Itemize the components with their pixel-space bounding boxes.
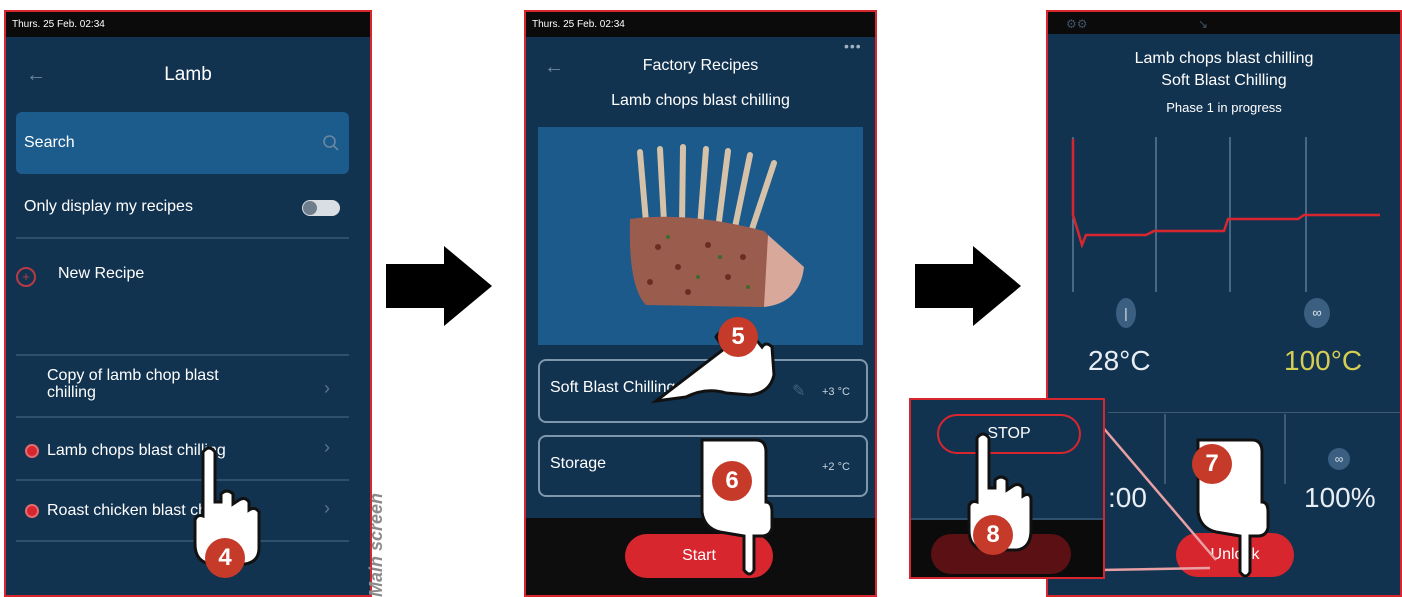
divider [1108,412,1400,413]
page-title: Lamb [164,64,212,85]
screen-lamb-recipes: Thurs. 25 Feb. 02:34 ← Lamb Search Only … [4,10,372,597]
humidity-icon: ∞ [1304,298,1330,328]
more-options-icon[interactable]: ••• [844,38,862,54]
chevron-right-icon: › [324,378,330,398]
arrow-right-icon [915,246,1021,326]
stop-inset: STOP 8 [909,398,1105,579]
core-temp-icon: | [1116,298,1136,328]
recipe-name: Lamb chops blast chilling [611,92,790,109]
search-icon [323,135,339,151]
phase-temp: +2 °C [822,461,850,473]
search-placeholder: Search [24,134,75,151]
chamber-value: 100°C [1284,345,1363,376]
add-recipe-icon[interactable]: + [16,267,36,287]
fan-status-icon: ⚙⚙ [1066,17,1088,31]
pointing-hand-icon [700,438,774,576]
signal-icon: ↘ [1198,17,1209,31]
step-badge-5: 5 [718,317,758,357]
probe-icon: ✎ [792,383,806,400]
callout-lines [1100,423,1217,572]
status-bar: Thurs. 25 Feb. 02:34 [526,12,875,37]
chevron-right-icon: › [324,437,330,457]
step-badge-6: 6 [712,461,752,501]
fan-speed: 100% [1304,482,1376,513]
tile-divider [1284,414,1286,484]
page-title: Factory Recipes [642,57,759,74]
core-temperature: 28°C [1088,345,1151,376]
side-label: Main screen [366,492,386,597]
temperature-graph [1071,137,1380,292]
arrow-right-icon [386,246,492,326]
program-subtitle: Soft Blast Chilling [1161,72,1287,89]
phase-temp: +3 °C [822,386,850,398]
factory-recipe-icon [25,504,39,518]
phase-status: Phase 1 in progress [1166,100,1282,115]
search-input[interactable]: Search [16,112,349,174]
divider [16,237,349,239]
divider [16,416,349,418]
screen-factory-recipe: Thurs. 25 Feb. 02:34 ••• ← Factory Recip… [524,10,877,597]
status-bar: Thurs. 25 Feb. 02:34 [6,12,370,37]
step-badge-8: 8 [973,515,1013,555]
new-recipe-button[interactable]: New Recipe [58,265,144,283]
divider [16,354,349,356]
toggle-label: Only display my recipes [24,198,193,215]
phase-label: Storage [550,455,607,472]
pointing-hand-icon [650,329,776,404]
fan-icon: ∞ [1328,448,1350,470]
status-bar: ⚙⚙ ↘ [1048,12,1400,34]
step-badge-4: 4 [205,538,245,578]
program-title: Lamb chops blast chilling [1134,50,1314,67]
list-item[interactable]: Copy of lamb chop blast chilling [47,367,262,401]
only-my-recipes-toggle[interactable] [302,200,340,216]
chevron-right-icon: › [324,498,330,518]
factory-recipe-icon [25,444,39,458]
